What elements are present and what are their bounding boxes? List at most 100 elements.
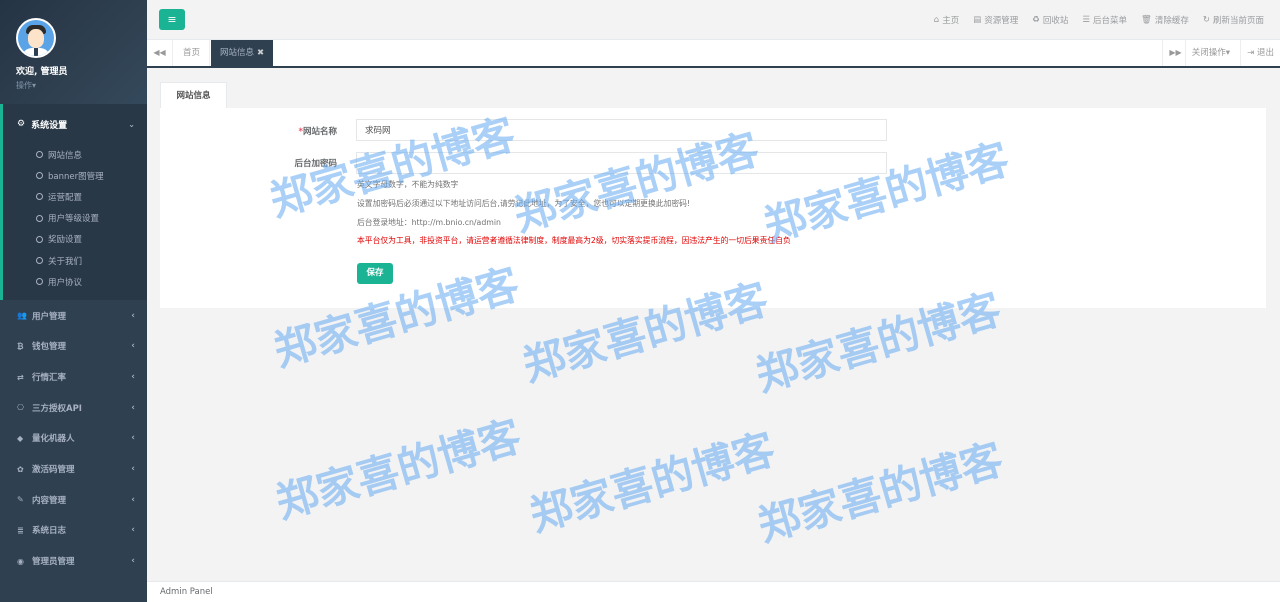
chevron-left-icon: ‹	[131, 310, 135, 321]
top-links: ⌂ 主页 ▤ 资源管理 ♻ 回收站 ☰ 后台菜单 🗑 清除缓存 ↻ 刷新当前页面	[934, 14, 1264, 26]
watermark: 郑家喜的博客	[270, 411, 527, 528]
sidebar-item-label: 三方授权API	[32, 403, 82, 414]
password-input[interactable]	[356, 152, 887, 174]
subitem-label: banner图管理	[48, 171, 104, 182]
subitem-label: 奖励设置	[48, 235, 83, 246]
sidebar-subitem[interactable]: 网站信息	[3, 144, 147, 165]
robot-icon: ◆	[17, 433, 24, 443]
nav-label: 系统设置	[31, 120, 68, 131]
nav-system-settings[interactable]: ⚙ 系统设置 ⌄	[3, 104, 147, 144]
sidebar-subitem[interactable]: 关于我们	[3, 250, 147, 271]
tab-site-info[interactable]: 网站信息 ✖	[211, 40, 274, 66]
close-icon[interactable]: ✖	[257, 48, 264, 58]
avatar[interactable]	[16, 18, 56, 58]
chevron-left-icon: ‹	[131, 341, 135, 352]
save-button[interactable]: 保存	[357, 263, 393, 284]
sidebar-item-label: 内容管理	[32, 495, 67, 506]
edit-icon: ✎	[17, 495, 24, 505]
bitcoin-icon: ₿	[17, 341, 24, 351]
subitem-label: 用户协议	[48, 277, 83, 288]
circle-icon	[36, 151, 43, 159]
tab-bar: ◀◀ 首页 网站信息 ✖ ▶▶ 关闭操作▾ ⇥ 退出	[147, 40, 1280, 68]
sidebar-item-label: 量化机器人	[32, 434, 75, 445]
refresh-icon: ↻	[1202, 15, 1210, 25]
warning-text: 本平台仅为工具，非投资平台，请运营者遵循法律制度，制度最高为2级，切实落实提币流…	[357, 236, 791, 245]
chevron-down-icon: ⌄	[128, 119, 135, 129]
top-bar: ≡ ⌂ 主页 ▤ 资源管理 ♻ 回收站 ☰ 后台菜单 🗑 清除缓存 ↻ 刷新当前页面	[147, 0, 1280, 40]
backend-menu-link[interactable]: ☰ 后台菜单	[1082, 14, 1127, 26]
exchange-icon: ⇄	[17, 372, 24, 382]
sidebar-item[interactable]: ✎ 内容管理 ‹	[0, 484, 147, 515]
cog-icon: ✿	[17, 464, 24, 474]
api-icon: ⎔	[17, 403, 24, 413]
sidebar-item-label: 用户管理	[32, 311, 67, 322]
circle-icon	[36, 278, 43, 286]
sidebar-item[interactable]: ◉ 管理员管理 ‹	[0, 546, 147, 577]
password-label: 后台加密码	[294, 159, 337, 169]
circle-icon	[36, 235, 43, 243]
resource-link[interactable]: ▤ 资源管理	[973, 14, 1018, 26]
recycle-icon: ♻	[1032, 15, 1040, 25]
circle-icon	[36, 172, 43, 180]
trash-icon: 🗑	[1141, 15, 1152, 25]
circle-icon	[36, 214, 43, 222]
subitem-label: 网站信息	[48, 150, 83, 161]
home-link[interactable]: ⌂ 主页	[934, 14, 959, 26]
sidebar-subitem[interactable]: 运营配置	[3, 186, 147, 207]
profile-area: 欢迎, 管理员 操作▾	[0, 0, 147, 104]
sidebar-item-label: 钱包管理	[32, 342, 67, 353]
recycle-link[interactable]: ♻ 回收站	[1032, 14, 1068, 26]
sidebar-subitem[interactable]: 用户协议	[3, 271, 147, 292]
chevron-left-icon: ‹	[131, 556, 135, 567]
circle-icon	[36, 257, 43, 265]
database-icon: ≣	[17, 525, 24, 535]
help-text-2: 设置加密码后必须通过以下地址访问后台,请劳记此地址，为了安全，您也可以定期更换此…	[357, 199, 691, 208]
chevron-left-icon: ‹	[131, 402, 135, 413]
user-circle-icon: ◉	[17, 556, 24, 566]
content-tab-site-info[interactable]: 网站信息	[160, 82, 227, 109]
sidebar: 欢迎, 管理员 操作▾ ⚙ 系统设置 ⌄ 网站信息 banner图管理 运营配置用户…	[0, 0, 147, 602]
chevron-left-icon: ‹	[131, 372, 135, 383]
tab-prev-button[interactable]: ◀◀	[147, 40, 173, 66]
file-icon: ▤	[973, 15, 982, 25]
subitem-label: 用户等级设置	[48, 214, 100, 225]
watermark: 郑家喜的博客	[752, 434, 1009, 551]
sidebar-item-label: 激活码管理	[32, 465, 75, 476]
sidebar-item[interactable]: ⇄ 行情汇率 ‹	[0, 362, 147, 393]
list-icon: ☰	[1082, 15, 1091, 25]
refresh-link[interactable]: ↻ 刷新当前页面	[1203, 14, 1264, 26]
sidebar-subitem[interactable]: 奖励设置	[3, 229, 147, 250]
close-ops-dropdown[interactable]: 关闭操作▾	[1184, 40, 1236, 66]
help-text-3: 后台登录地址：http://m.bnio.cn/admin	[357, 218, 501, 227]
sidebar-subitem[interactable]: banner图管理	[3, 165, 147, 186]
sidebar-item-label: 行情汇率	[32, 373, 67, 384]
sidebar-item-label: 管理员管理	[32, 557, 75, 568]
sidebar-item[interactable]: ₿ 钱包管理 ‹	[0, 331, 147, 362]
site-name-input[interactable]	[356, 119, 887, 141]
home-icon: ⌂	[933, 15, 940, 25]
sidebar-item[interactable]: ≣ 系统日志 ‹	[0, 515, 147, 546]
circle-icon	[36, 193, 43, 201]
cogs-icon: ⚙	[17, 119, 26, 129]
sidebar-item[interactable]: ◆ 量化机器人 ‹	[0, 423, 147, 454]
sidebar-item[interactable]: ⎔ 三方授权API ‹	[0, 392, 147, 423]
watermark: 郑家喜的博客	[524, 424, 781, 541]
sidebar-item-label: 系统日志	[32, 526, 67, 537]
chevron-left-icon: ‹	[131, 525, 135, 536]
site-name-label: *网站名称	[298, 127, 337, 137]
sidebar-item[interactable]: 👥 用户管理 ‹	[0, 300, 147, 331]
sidebar-item[interactable]: ✿ 激活码管理 ‹	[0, 454, 147, 485]
menu-toggle-button[interactable]: ≡	[159, 9, 185, 30]
nav-group-system-settings: ⚙ 系统设置 ⌄ 网站信息 banner图管理 运营配置用户等级设置 奖励设置关于我们…	[0, 104, 147, 301]
sidebar-subitem[interactable]: 用户等级设置	[3, 208, 147, 229]
subitem-label: 关于我们	[48, 256, 83, 267]
help-text-1: 英文字母数字，不能为纯数字	[357, 180, 459, 189]
welcome-text: 欢迎, 管理员	[16, 67, 68, 77]
logout-button[interactable]: ⇥ 退出	[1240, 40, 1280, 66]
logout-icon: ⇥	[1247, 48, 1255, 58]
subitem-label: 运营配置	[48, 192, 83, 203]
operate-dropdown[interactable]: 操作▾	[16, 80, 147, 91]
chevron-left-icon: ‹	[131, 464, 135, 475]
clear-cache-link[interactable]: 🗑 清除缓存	[1141, 14, 1189, 26]
tab-home[interactable]: 首页	[174, 40, 211, 66]
